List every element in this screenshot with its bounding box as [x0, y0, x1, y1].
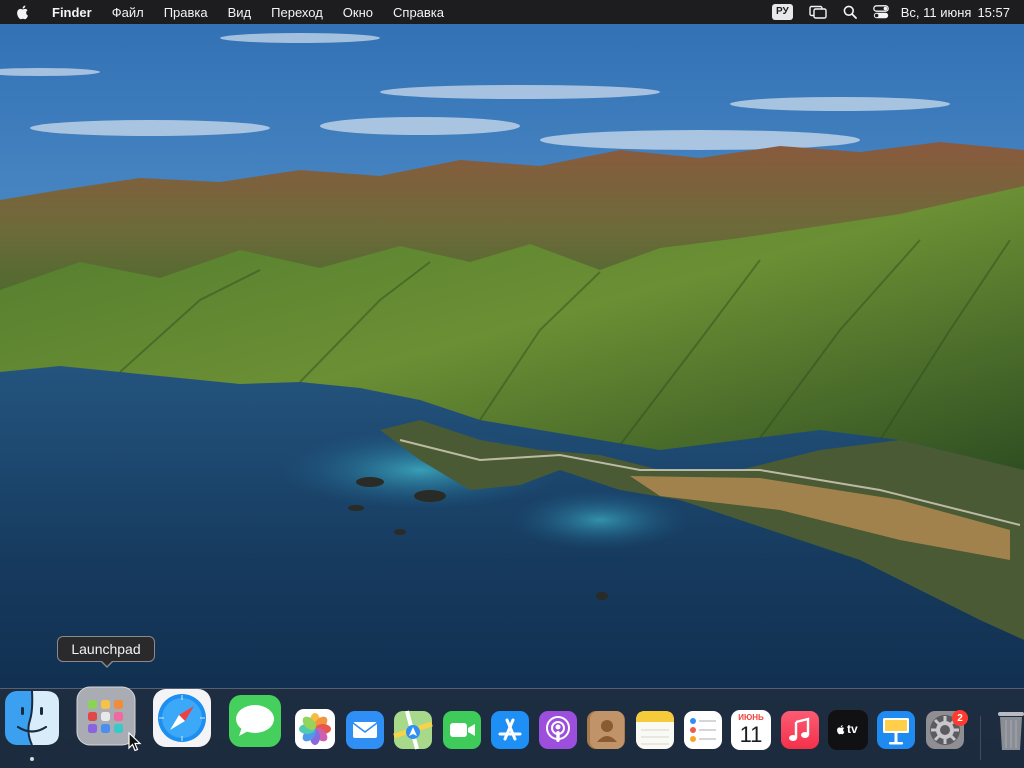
dock-launchpad-icon[interactable]: [76, 686, 136, 746]
menu-view[interactable]: Вид: [218, 0, 262, 24]
apple-tv-label: tv: [847, 722, 858, 736]
dock-app-store-icon[interactable]: [490, 710, 530, 750]
input-source-label: РУ: [771, 4, 793, 20]
dock-messages-icon[interactable]: [228, 694, 282, 748]
dock-tooltip-label: Launchpad: [71, 641, 141, 657]
dock-photos-icon[interactable]: [294, 708, 336, 750]
spotlight-search-icon[interactable]: [835, 0, 865, 24]
menu-go[interactable]: Переход: [261, 0, 333, 24]
mouse-cursor-icon: [128, 732, 142, 752]
dock-keynote-icon[interactable]: [876, 710, 916, 750]
dock-mail-icon[interactable]: [345, 710, 385, 750]
input-source-menu[interactable]: РУ: [764, 0, 801, 24]
dock-music-icon[interactable]: [780, 710, 820, 750]
menu-bar: Finder Файл Правка Вид Переход Окно Спра…: [0, 0, 1024, 24]
menu-file[interactable]: Файл: [102, 0, 154, 24]
dock-apple-tv-icon[interactable]: tv: [828, 710, 868, 750]
dock-notes-icon[interactable]: [635, 710, 675, 750]
finder-running-indicator: [30, 757, 34, 761]
dock-reminders-icon[interactable]: [683, 710, 723, 750]
menu-app-name[interactable]: Finder: [42, 0, 102, 24]
apple-logo-icon[interactable]: [14, 3, 32, 21]
menu-help[interactable]: Справка: [383, 0, 454, 24]
clock-date: Вс, 11 июня: [900, 4, 972, 20]
clock-time: 15:57: [977, 4, 1010, 20]
dock-tooltip: Launchpad: [57, 636, 155, 662]
menu-window[interactable]: Окно: [333, 0, 383, 24]
dock-finder-icon[interactable]: [4, 690, 60, 746]
dock-trash-icon[interactable]: [992, 708, 1024, 752]
calendar-day-label: 11: [739, 722, 763, 747]
dock-maps-icon[interactable]: [393, 710, 433, 750]
dock-safari-icon[interactable]: [152, 688, 212, 748]
control-center-icon[interactable]: [865, 0, 897, 24]
screen-mirroring-icon[interactable]: [801, 0, 835, 24]
dock-facetime-icon[interactable]: [442, 710, 482, 750]
apple-tv-logo-icon: [837, 725, 845, 735]
menu-bar-clock[interactable]: Вс, 11 июня 15:57: [897, 0, 1014, 24]
system-preferences-badge: 2: [952, 710, 968, 726]
calendar-month-label: ИЮНЬ: [738, 713, 764, 722]
tooltip-arrow-fill: [101, 660, 113, 666]
menu-edit[interactable]: Правка: [154, 0, 218, 24]
dock-podcasts-icon[interactable]: [538, 710, 578, 750]
dock-contacts-icon[interactable]: [586, 710, 626, 750]
dock-calendar-icon[interactable]: ИЮНЬ 11: [731, 710, 771, 750]
